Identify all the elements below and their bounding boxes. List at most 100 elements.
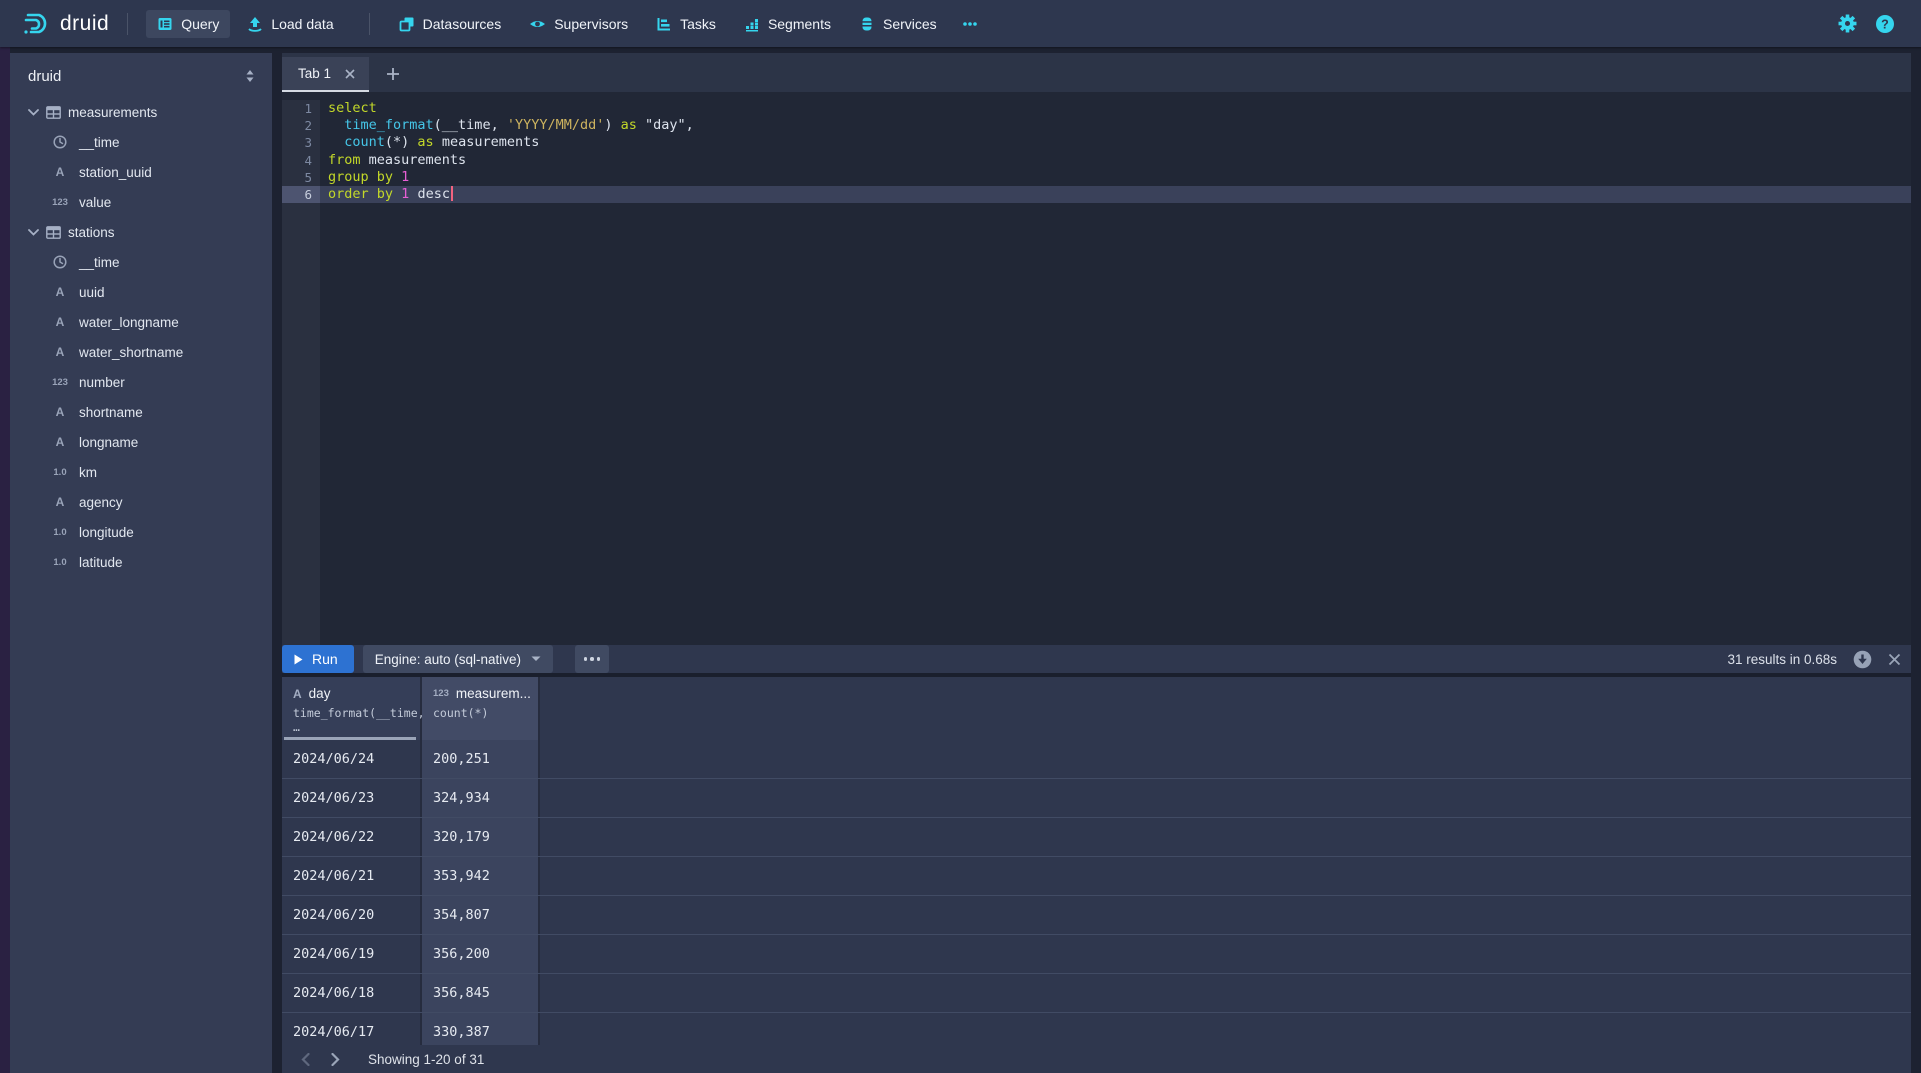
gutter-fill [282, 203, 320, 645]
cell-day[interactable]: 2024/06/18 [282, 974, 422, 1012]
druid-logo[interactable]: druid [22, 9, 109, 39]
settings-button[interactable] [1838, 14, 1857, 33]
nav-item-services[interactable]: Services [848, 10, 948, 38]
nav-item-load-data[interactable]: Load data [236, 10, 344, 38]
tree-column-longname[interactable]: Alongname [10, 427, 272, 457]
code-line-5[interactable]: 5group by 1 [282, 169, 1911, 186]
cell-day[interactable]: 2024/06/21 [282, 857, 422, 895]
engine-select-button[interactable]: Engine: auto (sql-native) [363, 645, 553, 673]
cell-day[interactable]: 2024/06/17 [282, 1013, 422, 1045]
code-line-3[interactable]: 3 count(*) as measurements [282, 134, 1911, 151]
help-button[interactable]: ? [1875, 14, 1895, 34]
druid-logo-icon [22, 9, 52, 39]
prev-page-button[interactable] [290, 1047, 320, 1071]
run-button-label: Run [312, 651, 338, 667]
column-expression: count(*) [433, 706, 538, 720]
tree-column-water_longname[interactable]: Awater_longname [10, 307, 272, 337]
results-footer: Showing 1-20 of 31 [282, 1045, 1911, 1073]
cell-day[interactable]: 2024/06/20 [282, 896, 422, 934]
download-results-button[interactable] [1853, 650, 1872, 669]
sql-editor[interactable]: 1select2 time_format(__time, 'YYYY/MM/dd… [282, 92, 1911, 645]
tab-close-button[interactable] [343, 67, 357, 81]
chevron-down-icon [28, 229, 39, 236]
line-number: 4 [282, 152, 320, 169]
sort-schema-button[interactable] [242, 67, 258, 85]
table-icon [46, 226, 61, 239]
cell-day[interactable]: 2024/06/19 [282, 935, 422, 973]
cell-measurements[interactable]: 324,934 [422, 779, 540, 817]
close-icon [1888, 653, 1901, 666]
nav-more-button[interactable] [954, 15, 986, 33]
more-icon [584, 657, 588, 661]
clock-icon [53, 135, 67, 149]
tab-bar: Tab 1 [282, 53, 1911, 92]
help-icon: ? [1875, 14, 1895, 34]
tree-column-label: station_uuid [79, 165, 152, 180]
column-expression: time_format(__time, … [293, 706, 420, 734]
chevron-right-icon [331, 1053, 340, 1066]
close-results-button[interactable] [1888, 653, 1901, 666]
table-icon [46, 106, 61, 119]
column-header-day[interactable]: A day time_format(__time, … [282, 677, 422, 740]
tree-table-stations[interactable]: stations [10, 217, 272, 247]
string-type-icon: A [56, 435, 65, 449]
query-more-button[interactable] [575, 645, 609, 673]
run-button[interactable]: Run [282, 645, 354, 673]
string-type-icon: A [56, 405, 65, 419]
number-type-icon: 123 [52, 197, 68, 208]
column-header-measurements[interactable]: 123 measurem... count(*) [422, 677, 540, 740]
cell-day[interactable]: 2024/06/23 [282, 779, 422, 817]
add-tab-button[interactable] [383, 64, 403, 84]
tree-column-uuid[interactable]: Auuid [10, 277, 272, 307]
tree-column-__time[interactable]: __time [10, 127, 272, 157]
nav-item-datasources[interactable]: Datasources [388, 10, 513, 38]
code-line-4[interactable]: 4from measurements [282, 152, 1911, 169]
code-line-6[interactable]: 6order by 1 desc [282, 186, 1911, 203]
chevron-down-icon [531, 656, 541, 662]
cell-measurements[interactable]: 330,387 [422, 1013, 540, 1045]
tree-column-label: number [79, 375, 125, 390]
cell-measurements[interactable]: 320,179 [422, 818, 540, 856]
cell-measurements[interactable]: 356,200 [422, 935, 540, 973]
tab-query-1[interactable]: Tab 1 [282, 57, 369, 92]
datasources-icon [399, 16, 415, 32]
tree-column-__time[interactable]: __time [10, 247, 272, 277]
tasks-icon [656, 16, 672, 32]
tree-column-shortname[interactable]: Ashortname [10, 397, 272, 427]
cell-measurements[interactable]: 353,942 [422, 857, 540, 895]
tree-column-value[interactable]: 123value [10, 187, 272, 217]
cell-measurements[interactable]: 200,251 [422, 740, 540, 778]
svg-text:?: ? [1881, 17, 1889, 31]
line-number: 5 [282, 169, 320, 186]
nav-item-segments[interactable]: Segments [733, 10, 842, 38]
cell-measurements[interactable]: 354,807 [422, 896, 540, 934]
chevron-down-icon [28, 109, 39, 116]
cell-day[interactable]: 2024/06/22 [282, 818, 422, 856]
tree-column-latitude[interactable]: 1.0latitude [10, 547, 272, 577]
tree-column-station_uuid[interactable]: Astation_uuid [10, 157, 272, 187]
schema-tree: measurements__timeAstation_uuid123values… [10, 93, 272, 577]
tree-column-longitude[interactable]: 1.0longitude [10, 517, 272, 547]
column-name: measurem... [456, 686, 531, 701]
schema-sidebar: druid measurements__timeAstation_uuid123… [10, 53, 272, 1073]
string-type-icon: A [56, 495, 65, 509]
table-row: 2024/06/23324,934 [282, 779, 1911, 818]
code-line-1[interactable]: 1select [282, 100, 1911, 117]
float-type-icon: 1.0 [53, 527, 66, 538]
string-type-icon: A [56, 165, 65, 179]
code-line-2[interactable]: 2 time_format(__time, 'YYYY/MM/dd') as "… [282, 117, 1911, 134]
nav-item-query[interactable]: Query [146, 10, 230, 38]
tree-column-agency[interactable]: Aagency [10, 487, 272, 517]
cell-day[interactable]: 2024/06/24 [282, 740, 422, 778]
tree-column-km[interactable]: 1.0km [10, 457, 272, 487]
plus-icon [386, 67, 400, 81]
line-number: 6 [282, 186, 320, 203]
tree-column-number[interactable]: 123number [10, 367, 272, 397]
cell-measurements[interactable]: 356,845 [422, 974, 540, 1012]
nav-item-tasks[interactable]: Tasks [645, 10, 727, 38]
next-page-button[interactable] [320, 1047, 350, 1071]
nav-item-label: Query [181, 16, 219, 32]
tree-column-water_shortname[interactable]: Awater_shortname [10, 337, 272, 367]
tree-table-measurements[interactable]: measurements [10, 97, 272, 127]
nav-item-supervisors[interactable]: Supervisors [518, 10, 639, 38]
